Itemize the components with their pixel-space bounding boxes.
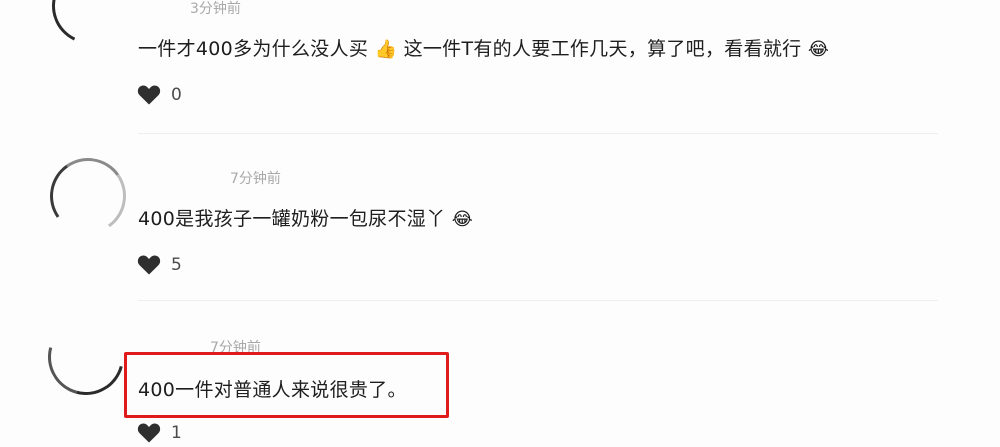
avatar[interactable] <box>34 305 138 409</box>
comment-time: 3分钟前 <box>190 1 241 17</box>
avatar[interactable] <box>43 151 133 241</box>
highlight-box <box>124 352 449 418</box>
comment-text: 一件才400多为什么没人买 👍 这一件T有的人要工作几天，算了吧，看看就行 😂 <box>138 34 829 61</box>
comment-item: 7分钟前 400是我孩子一罐奶粉一包尿不湿丫 😂 5 <box>0 140 1000 305</box>
comment-text: 400是我孩子一罐奶粉一包尿不湿丫 😂 <box>138 204 473 231</box>
heart-icon <box>137 85 161 105</box>
like-count: 0 <box>171 84 182 105</box>
like-count: 5 <box>171 254 182 275</box>
like-button[interactable]: 0 <box>137 84 182 105</box>
comment-text-part2: 这一件T有的人要工作几天，算了吧，看看就行 <box>403 38 802 60</box>
comment-list: 3分钟前 一件才400多为什么没人买 👍 这一件T有的人要工作几天，算了吧，看看… <box>0 0 1000 447</box>
comment-item: 3分钟前 一件才400多为什么没人买 👍 这一件T有的人要工作几天，算了吧，看看… <box>0 0 1000 140</box>
comment-time: 7分钟前 <box>230 171 281 187</box>
laughing-emoji: 😂 <box>451 209 474 230</box>
heart-icon <box>137 423 161 443</box>
thumbs-up-emoji: 👍 <box>374 39 398 60</box>
like-button[interactable]: 5 <box>137 254 182 275</box>
like-button[interactable]: 1 <box>137 422 182 443</box>
divider <box>138 133 938 134</box>
divider <box>138 300 938 301</box>
avatar[interactable] <box>41 0 139 55</box>
comment-text-part1: 400是我孩子一罐奶粉一包尿不湿丫 <box>138 208 446 230</box>
laughing-emoji: 😂 <box>807 39 830 60</box>
comment-text-part1: 一件才400多为什么没人买 <box>138 38 369 60</box>
heart-icon <box>137 255 161 275</box>
like-count: 1 <box>171 422 182 443</box>
